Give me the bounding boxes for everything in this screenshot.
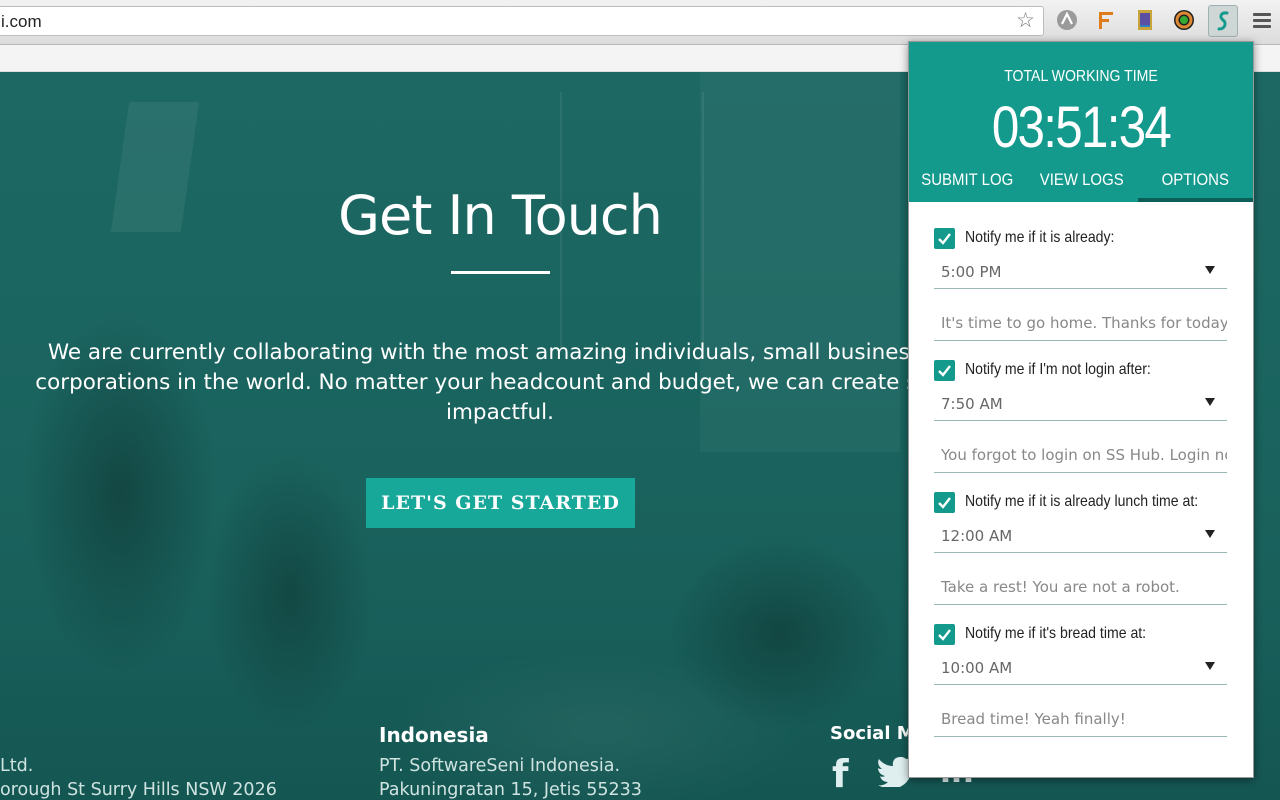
footer-left-line: Ltd.	[0, 756, 34, 776]
hero-description-line: corporations in the world. No matter you…	[35, 370, 965, 395]
working-time-value: 03:51:34	[991, 95, 1172, 160]
option-label: Notify me if it is already lunch time at…	[965, 493, 1199, 510]
chevron-down-icon	[1205, 530, 1215, 538]
facebook-icon[interactable]: f	[832, 752, 849, 796]
message-input[interactable]: You forgot to login on SS Hub. Login now…	[934, 438, 1227, 473]
time-select-value: 7:50 AM	[941, 395, 1003, 413]
notify-checkbox[interactable]	[934, 492, 955, 513]
notify-checkbox[interactable]	[934, 228, 955, 249]
tab-view-logs[interactable]: VIEW LOGS	[1029, 170, 1134, 202]
message-input-value: Take a rest! You are not a robot.	[941, 578, 1180, 596]
footer-indonesia-title: Indonesia	[379, 723, 489, 747]
option-row: Notify me if it is already:	[934, 228, 1234, 250]
working-time-label: TOTAL WORKING TIME	[1004, 68, 1158, 85]
title-divider	[451, 271, 550, 274]
option-row: Notify me if it is already lunch time at…	[934, 492, 1234, 514]
message-input-value: Bread time! Yeah finally!	[941, 710, 1126, 728]
option-label: Notify me if it is already:	[965, 229, 1115, 246]
message-input[interactable]: It's time to go home. Thanks for today!	[934, 306, 1227, 341]
tab-label: OPTIONS	[1161, 170, 1230, 189]
footer-left-line: orough St Surry Hills NSW 2026	[0, 780, 277, 800]
tab-label: VIEW LOGS	[1039, 170, 1124, 189]
chevron-down-icon	[1205, 662, 1215, 670]
globe-extension-icon[interactable]	[1055, 8, 1079, 32]
time-select[interactable]: 12:00 AM	[934, 520, 1227, 553]
footer-indonesia-line: Pakuningratan 15, Jetis 55233	[379, 780, 642, 800]
hero-description: We are currently collaborating with the …	[0, 338, 1000, 428]
message-input-value: You forgot to login on SS Hub. Login now…	[941, 446, 1227, 464]
time-select-value: 12:00 AM	[941, 527, 1013, 545]
chevron-down-icon	[1205, 266, 1215, 274]
option-label: Notify me if I'm not login after:	[965, 361, 1151, 378]
tab-submit-log[interactable]: SUBMIT LOG	[915, 170, 1020, 202]
menu-icon[interactable]	[1253, 13, 1271, 31]
tab-label: SUBMIT LOG	[921, 170, 1014, 189]
get-started-button[interactable]: LET'S GET STARTED	[366, 478, 635, 528]
time-select-value: 5:00 PM	[941, 263, 1002, 281]
book-extension-icon[interactable]	[1133, 8, 1157, 32]
bookmark-star-icon[interactable]: ☆	[1016, 10, 1035, 31]
browser-toolbar: i.com ☆	[0, 0, 1280, 45]
time-select[interactable]: 5:00 PM	[934, 256, 1227, 289]
extension-popup: TOTAL WORKING TIME 03:51:34 SUBMIT LOG V…	[908, 41, 1254, 778]
f-extension-icon[interactable]	[1094, 8, 1118, 32]
footer-indonesia-line: PT. SoftwareSeni Indonesia.	[379, 756, 621, 776]
color-wheel-extension-icon[interactable]	[1172, 8, 1196, 32]
page-title: Get In Touch	[338, 184, 663, 247]
message-input[interactable]: Bread time! Yeah finally!	[934, 702, 1227, 737]
option-row: Notify me if I'm not login after:	[934, 360, 1234, 382]
time-select[interactable]: 10:00 AM	[934, 652, 1227, 685]
notify-checkbox[interactable]	[934, 360, 955, 381]
hero-description-line: We are currently collaborating with the …	[47, 340, 953, 365]
time-select[interactable]: 7:50 AM	[934, 388, 1227, 421]
hero-description-line: impactful.	[446, 400, 554, 425]
notify-checkbox[interactable]	[934, 624, 955, 645]
address-bar-url: i.com	[1, 12, 42, 31]
message-input[interactable]: Take a rest! You are not a robot.	[934, 570, 1227, 605]
chevron-down-icon	[1205, 398, 1215, 406]
option-label: Notify me if it's bread time at:	[965, 625, 1147, 642]
popup-header: TOTAL WORKING TIME 03:51:34 SUBMIT LOG V…	[909, 42, 1253, 202]
address-bar[interactable]: i.com ☆	[0, 6, 1044, 36]
option-row: Notify me if it's bread time at:	[934, 624, 1234, 646]
s-hub-extension-icon[interactable]	[1208, 5, 1238, 37]
time-select-value: 10:00 AM	[941, 659, 1013, 677]
active-tab-indicator	[1138, 198, 1253, 202]
message-input-value: It's time to go home. Thanks for today!	[941, 314, 1227, 332]
background-photo-detail	[110, 102, 200, 232]
